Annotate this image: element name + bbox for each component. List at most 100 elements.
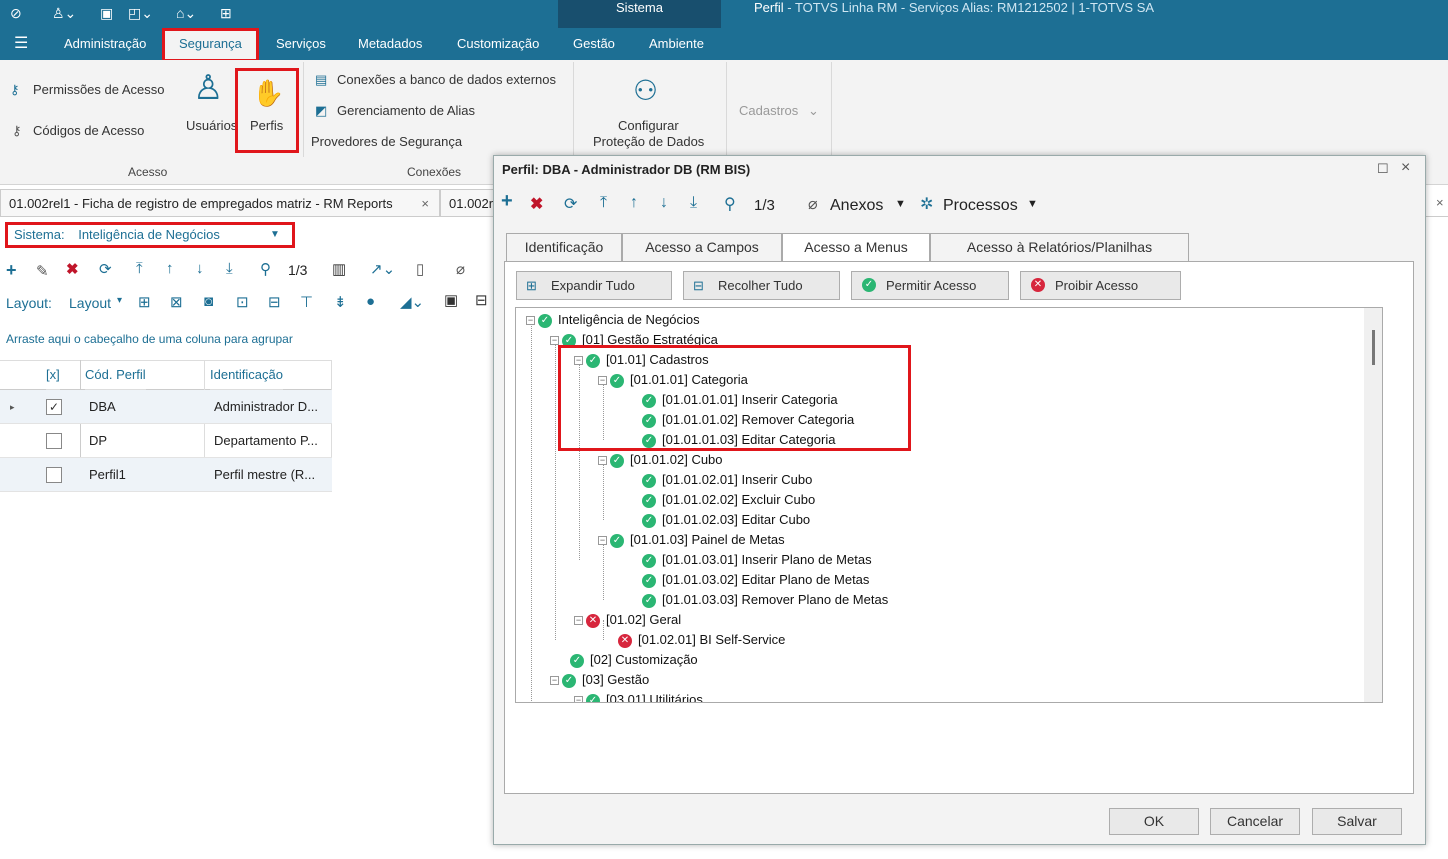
maximize-icon[interactable]: ☐ <box>1377 161 1389 177</box>
previous-record-icon[interactable]: ↑ <box>630 194 638 212</box>
protecao-label[interactable]: Proteção de Dados <box>593 134 704 149</box>
usuarios-button[interactable]: Usuários <box>186 118 237 133</box>
user-icon[interactable]: ♙ <box>193 68 223 108</box>
close-icon[interactable]: × <box>421 190 429 216</box>
tab-servicos[interactable]: Serviços <box>276 28 326 60</box>
close-icon[interactable]: × <box>1401 159 1410 177</box>
load-layout-icon[interactable]: ⊡ <box>236 293 249 311</box>
close-icon[interactable]: × <box>1436 195 1444 210</box>
tree-node[interactable]: ✓ [01.01.02.01] Inserir Cubo <box>642 470 812 490</box>
tab-seguranca[interactable]: Segurança <box>162 28 259 62</box>
collapse-toggle-icon[interactable]: − <box>550 676 559 686</box>
ok-button[interactable]: OK <box>1109 808 1199 835</box>
permissoes-button[interactable]: Permissões de Acesso <box>33 82 165 97</box>
tab-acesso-campos[interactable]: Acesso a Campos <box>622 233 782 262</box>
tab-identificacao[interactable]: Identificação <box>506 233 622 262</box>
open-window-icon[interactable]: ↗⌄ <box>370 260 395 278</box>
tab-acesso-menus[interactable]: Acesso a Menus <box>782 233 930 263</box>
add-icon[interactable]: + <box>6 260 17 281</box>
filter-icon[interactable]: ⊤ <box>300 293 313 311</box>
tree-node[interactable]: ✓ [02] Customização <box>570 650 698 670</box>
collapse-toggle-icon[interactable]: − <box>550 336 559 346</box>
chart-icon[interactable]: ◢⌄ <box>400 293 424 311</box>
hand-profile-icon[interactable]: ✋ <box>252 78 284 109</box>
collapse-toggle-icon[interactable]: − <box>574 616 583 626</box>
attachment-icon[interactable]: ⌀ <box>808 194 818 214</box>
quick-access-home-icon[interactable]: ⌂⌄ <box>176 5 196 22</box>
tree-node[interactable]: − ✕ [01.02] Geral <box>574 610 681 630</box>
collapse-toggle-icon[interactable]: − <box>598 456 607 466</box>
delete-icon[interactable]: ✖ <box>530 194 543 214</box>
add-icon[interactable]: + <box>501 190 513 213</box>
table-row[interactable]: Perfil1 Perfil mestre (R... <box>0 458 332 492</box>
perfis-button[interactable]: Perfis <box>250 118 283 133</box>
search-icon[interactable]: ⚲ <box>724 194 736 214</box>
gerenciamento-alias-button[interactable]: Gerenciamento de Alias <box>337 103 475 118</box>
quick-access-save-icon[interactable]: ▣ <box>100 5 113 22</box>
quick-access-people-icon[interactable]: ♙⌄ <box>52 5 76 22</box>
search-icon[interactable]: ⚲ <box>260 260 271 278</box>
chevron-down-icon[interactable]: ▼ <box>895 198 906 210</box>
tab-customizacao[interactable]: Customização <box>457 28 539 60</box>
tree-node[interactable]: − ✓ [01.01.03] Painel de Metas <box>598 530 785 550</box>
cancelar-button[interactable]: Cancelar <box>1210 808 1300 835</box>
tree-scrollbar[interactable] <box>1364 308 1382 702</box>
processos-button[interactable]: Processos <box>943 197 1018 215</box>
gear-icon[interactable]: ✲ <box>920 194 933 214</box>
next-record-icon[interactable]: ↓ <box>660 194 668 212</box>
quick-access-grid-icon[interactable]: ⊞ <box>220 5 232 22</box>
configurar-label[interactable]: Configurar <box>618 118 679 133</box>
tree-node[interactable]: − ✓ [03] Gestão <box>550 670 649 690</box>
app-menu-icon[interactable]: ⊘ <box>10 5 22 22</box>
table-row[interactable]: DP Departamento P... <box>0 424 332 458</box>
cadastros-dropdown[interactable]: Cadastros <box>739 103 798 118</box>
refresh-icon[interactable]: ⟳ <box>564 194 577 214</box>
sistema-select[interactable]: Sistema: Inteligência de Negócios ▼ <box>5 222 295 248</box>
tab-ambiente[interactable]: Ambiente <box>649 28 704 60</box>
tab-administracao[interactable]: Administração <box>64 28 146 60</box>
document-icon[interactable]: ▯ <box>416 260 424 278</box>
chevron-down-icon[interactable]: ▼ <box>1027 198 1038 210</box>
tree-node[interactable]: − ✓ [03.01] Utilitários <box>574 690 703 702</box>
quick-access-window-icon[interactable]: ◰⌄ <box>128 5 153 22</box>
collapse-toggle-icon[interactable]: − <box>574 696 583 702</box>
split-icon[interactable]: ⊟ <box>475 291 488 309</box>
salvar-button[interactable]: Salvar <box>1312 808 1402 835</box>
tree-node[interactable]: ✕ [01.02.01] BI Self-Service <box>618 630 785 650</box>
panel-icon[interactable]: ▣ <box>444 291 458 309</box>
last-record-icon[interactable]: ⤓ <box>690 194 697 212</box>
collapse-toggle-icon[interactable]: − <box>598 536 607 546</box>
tab-metadados[interactable]: Metadados <box>358 28 422 60</box>
layout-dropdown[interactable]: Layout <box>69 295 111 311</box>
first-record-icon[interactable]: ⤒ <box>600 194 607 212</box>
color-icon[interactable]: ● <box>366 293 375 310</box>
permitir-acesso-button[interactable]: ✓ Permitir Acesso <box>851 271 1009 300</box>
tree-node[interactable]: ✓ [01.01.03.01] Inserir Plano de Metas <box>642 550 872 570</box>
proibir-acesso-button[interactable]: ✕ Proibir Acesso <box>1020 271 1181 300</box>
codigos-button[interactable]: Códigos de Acesso <box>33 123 144 138</box>
chevron-down-icon[interactable]: ⌄ <box>808 103 819 119</box>
column-cod-perfil[interactable]: Cód. Perfil <box>85 360 146 390</box>
tab-gestao[interactable]: Gestão <box>573 28 615 60</box>
save-layout-icon[interactable]: ◙ <box>204 293 213 310</box>
row-checkbox[interactable] <box>46 467 62 483</box>
tab-acesso-relatorios[interactable]: Acesso à Relatórios/Planilhas <box>930 233 1189 262</box>
collapse-group-icon[interactable]: ⊠ <box>170 293 183 311</box>
table-row[interactable]: ▸ ✓ DBA Administrador D... <box>0 390 332 424</box>
last-record-icon[interactable]: ⤓ <box>226 260 233 277</box>
tree-node[interactable]: ✓ [01.01.02.03] Editar Cubo <box>642 510 810 530</box>
tree-node[interactable]: ✓ [01.01.03.02] Editar Plano de Metas <box>642 570 869 590</box>
expandir-tudo-button[interactable]: ⊞ Expandir Tudo <box>516 271 672 300</box>
conexoes-banco-button[interactable]: Conexões a banco de dados externos <box>337 72 556 87</box>
columns-icon[interactable]: ▥ <box>332 260 346 278</box>
doc-tab-second[interactable]: 01.002r <box>440 189 496 217</box>
first-record-icon[interactable]: ⤒ <box>136 260 143 277</box>
row-checkbox[interactable]: ✓ <box>46 399 62 415</box>
attachment-icon[interactable]: ⌀ <box>456 260 465 278</box>
provedores-button[interactable]: Provedores de Segurança <box>311 134 462 149</box>
chevron-down-icon[interactable]: ▾ <box>117 295 122 306</box>
row-checkbox[interactable] <box>46 433 62 449</box>
column-identificacao[interactable]: Identificação <box>210 360 283 390</box>
scrollbar-thumb[interactable] <box>1372 330 1375 365</box>
tree-node[interactable]: ✓ [01.01.02.02] Excluir Cubo <box>642 490 815 510</box>
